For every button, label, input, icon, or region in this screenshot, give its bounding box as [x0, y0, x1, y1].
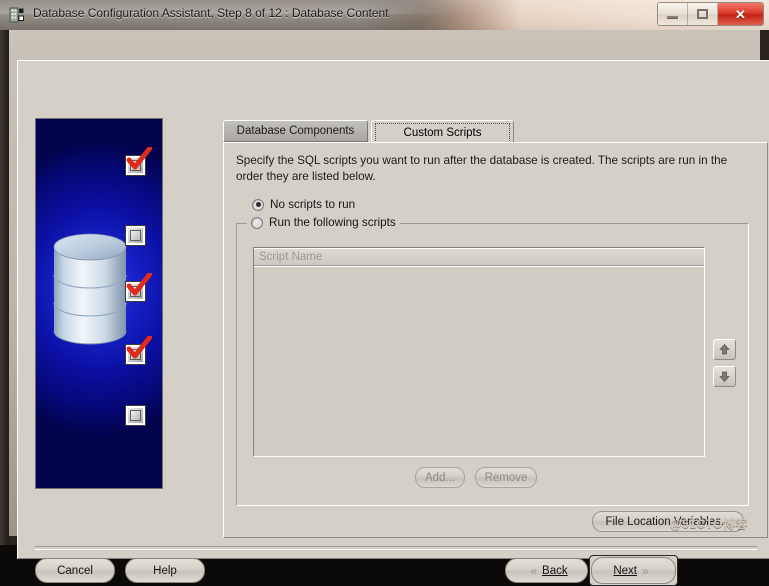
radio-button-selected-icon	[252, 198, 264, 211]
tab-content-panel: Specify the SQL scripts you want to run …	[223, 142, 768, 538]
remove-script-button[interactable]: Remove	[475, 467, 537, 488]
chevron-left-icon: «	[530, 563, 538, 578]
database-app-icon	[9, 7, 24, 23]
window-controls: ✕	[657, 2, 764, 26]
arrow-up-icon	[719, 343, 730, 355]
maximize-button[interactable]	[688, 3, 718, 25]
radio-label: Run the following scripts	[269, 216, 396, 229]
title-bar[interactable]: Database Configuration Assistant, Step 8…	[0, 0, 769, 30]
radio-no-scripts-to-run[interactable]: No scripts to run	[252, 198, 355, 211]
chevron-right-icon: »	[641, 563, 649, 578]
wizard-illustration-panel	[35, 118, 163, 489]
cancel-button[interactable]: Cancel	[35, 558, 115, 583]
radio-button-icon	[251, 216, 263, 229]
tab-label: Database Components	[236, 125, 355, 137]
wizard-step-marker	[126, 147, 152, 175]
close-button[interactable]: ✕	[718, 3, 763, 25]
application-window: Database Configuration Assistant, Step 8…	[0, 0, 769, 586]
column-header-script-name: Script Name	[259, 251, 323, 263]
database-cylinder-illustration	[53, 233, 127, 345]
table-body-empty[interactable]	[254, 266, 704, 455]
tab-database-components[interactable]: Database Components	[223, 120, 368, 142]
move-script-down-button[interactable]	[713, 366, 736, 387]
group-legend: Run the following scripts	[247, 216, 400, 229]
tab-strip: Database Components Custom Scripts	[223, 120, 768, 145]
wizard-step-marker	[126, 226, 145, 245]
run-scripts-group: Run the following scripts Script Name Ad…	[236, 216, 749, 506]
script-list-table[interactable]: Script Name	[253, 247, 705, 457]
help-button[interactable]: Help	[125, 558, 205, 583]
radio-label: No scripts to run	[270, 198, 356, 211]
add-script-button[interactable]: Add...	[415, 467, 465, 488]
button-label: Remove	[484, 471, 528, 484]
next-button-default-frame: Next »	[589, 555, 678, 586]
button-label: Next	[613, 564, 637, 577]
window-frame: Database Components Custom Scripts Speci…	[0, 30, 769, 586]
close-icon: ✕	[735, 6, 746, 22]
dialog-client-area: Database Components Custom Scripts Speci…	[17, 60, 769, 586]
button-label: Help	[153, 564, 177, 577]
back-button[interactable]: « Back	[505, 558, 588, 583]
next-button[interactable]: Next »	[591, 557, 676, 584]
window-title: Database Configuration Assistant, Step 8…	[33, 6, 389, 20]
button-label: Add...	[424, 471, 456, 484]
button-label: Cancel	[57, 564, 93, 577]
footer-separator	[35, 546, 757, 550]
instruction-text: Specify the SQL scripts you want to run …	[236, 154, 728, 183]
minimize-button[interactable]	[658, 3, 688, 25]
button-label: Back	[542, 564, 568, 577]
wizard-step-marker	[126, 406, 145, 425]
watermark-text: @51CTO博客	[669, 517, 748, 531]
move-script-up-button[interactable]	[713, 339, 736, 360]
minimize-icon	[667, 15, 678, 19]
arrow-down-icon	[719, 371, 730, 383]
wizard-step-marker	[126, 336, 152, 364]
maximize-icon	[697, 9, 708, 19]
table-column-header[interactable]: Script Name	[254, 248, 704, 266]
wizard-step-marker	[126, 273, 152, 301]
radio-run-following-scripts[interactable]: Run the following scripts	[251, 216, 396, 229]
